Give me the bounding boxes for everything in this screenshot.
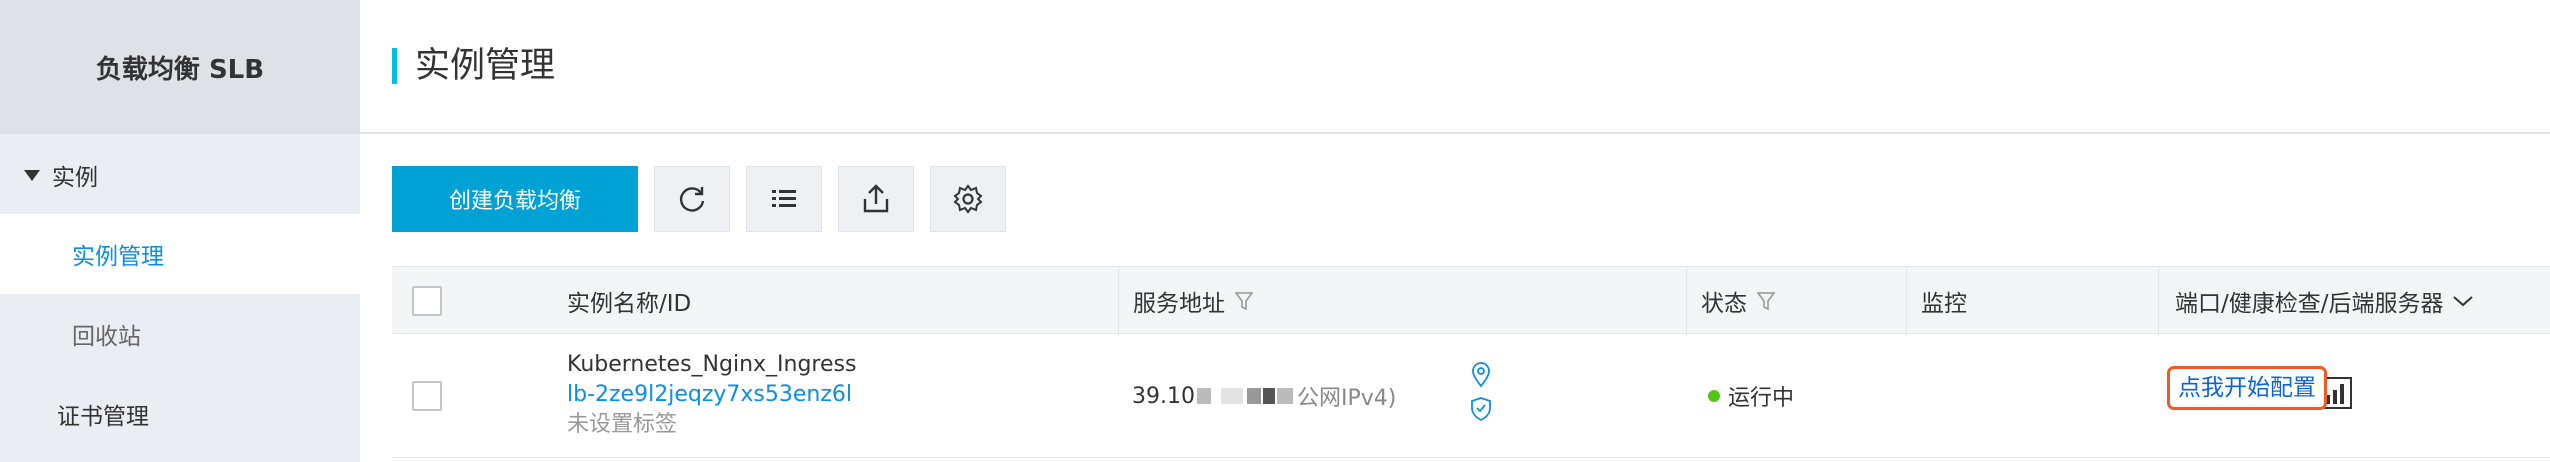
title-accent-bar (392, 48, 397, 84)
table-header: 实例名称/ID 服务地址 状态 监控 端口/健康检查/后端服务器 (392, 266, 2550, 335)
sidebar-title: 负载均衡 SLB (0, 0, 360, 134)
instance-id-link[interactable]: lb-2ze9l2jeqzy7xs53enz6l (567, 380, 856, 410)
address-mask (1262, 388, 1275, 404)
filter-icon[interactable] (1757, 291, 1775, 311)
status-text: 运行中 (1728, 386, 1795, 411)
column-header-name: 实例名称/ID (567, 291, 692, 317)
column-header-address-label: 服务地址 (1133, 291, 1225, 317)
instance-tag[interactable]: 未设置标签 (567, 410, 856, 440)
column-header-listeners-label: 端口/健康检查/后端服务器 (2175, 291, 2444, 317)
list-view-button[interactable] (746, 166, 822, 232)
caret-down-icon (24, 169, 40, 181)
location-pin-icon[interactable] (1470, 362, 1492, 392)
sidebar: 负载均衡 SLB 实例 实例管理 回收站 证书管理 (0, 0, 360, 462)
instance-name: Kubernetes_Nginx_Ingress (567, 352, 857, 377)
chevron-down-icon (2452, 296, 2473, 307)
row-checkbox[interactable] (412, 381, 442, 411)
select-all-checkbox[interactable] (412, 286, 442, 316)
address-mask (1276, 388, 1293, 404)
sidebar-group-instances[interactable]: 实例 (24, 157, 98, 193)
main-content: 实例管理 创建负载均衡 实例名称/ID 服务地址 状态 监控 端口/健康检查/后… (360, 0, 2550, 462)
column-header-monitor: 监控 (1906, 267, 2158, 335)
address-prefix: 39.10 (1132, 383, 1195, 409)
export-button[interactable] (838, 166, 914, 232)
address-mask (1246, 388, 1261, 404)
address-type: 公网IPv4) (1296, 386, 1397, 411)
refresh-button[interactable] (654, 166, 730, 232)
row-select-cell (412, 381, 442, 411)
column-header-listeners[interactable]: 端口/健康检查/后端服务器 (2158, 267, 2550, 335)
list-icon (772, 190, 796, 207)
filter-icon[interactable] (1235, 291, 1253, 311)
status-dot (1708, 390, 1720, 402)
start-config-link[interactable]: 点我开始配置 (2167, 366, 2327, 410)
sidebar-item-certificate-management[interactable]: 证书管理 (0, 374, 360, 454)
column-header-status: 状态 (1686, 267, 1906, 335)
address-mask (1220, 388, 1243, 404)
instance-cell: Kubernetes_Nginx_Ingress lb-2ze9l2jeqzy7… (567, 350, 856, 440)
column-header-address: 服务地址 (1118, 267, 1686, 335)
export-icon (863, 184, 889, 213)
instance-table: 实例名称/ID 服务地址 状态 监控 端口/健康检查/后端服务器 Kuberne… (392, 266, 2550, 458)
sidebar-group-label: 实例 (52, 165, 98, 191)
select-all-cell (412, 267, 442, 335)
create-load-balancer-button[interactable]: 创建负载均衡 (392, 166, 638, 232)
shield-icon[interactable] (1470, 396, 1492, 426)
settings-button[interactable] (930, 166, 1006, 232)
toolbar: 创建负载均衡 (392, 166, 1006, 232)
table-row: Kubernetes_Nginx_Ingress lb-2ze9l2jeqzy7… (392, 334, 2550, 458)
status-badge: 运行中 (1708, 380, 1794, 412)
address-mask (1196, 388, 1211, 404)
page-header: 实例管理 (360, 0, 2550, 134)
sidebar-item-recycle-bin[interactable]: 回收站 (0, 294, 360, 374)
page-title: 实例管理 (415, 46, 556, 86)
refresh-icon (679, 187, 705, 212)
sidebar-item-instance-management[interactable]: 实例管理 (0, 214, 360, 294)
settings-icon (953, 184, 983, 214)
service-address: 39.10 公网IPv4) (1132, 380, 1396, 412)
column-header-status-label: 状态 (1701, 291, 1747, 317)
start-config-link-label[interactable]: 点我开始配置 (2167, 366, 2327, 410)
